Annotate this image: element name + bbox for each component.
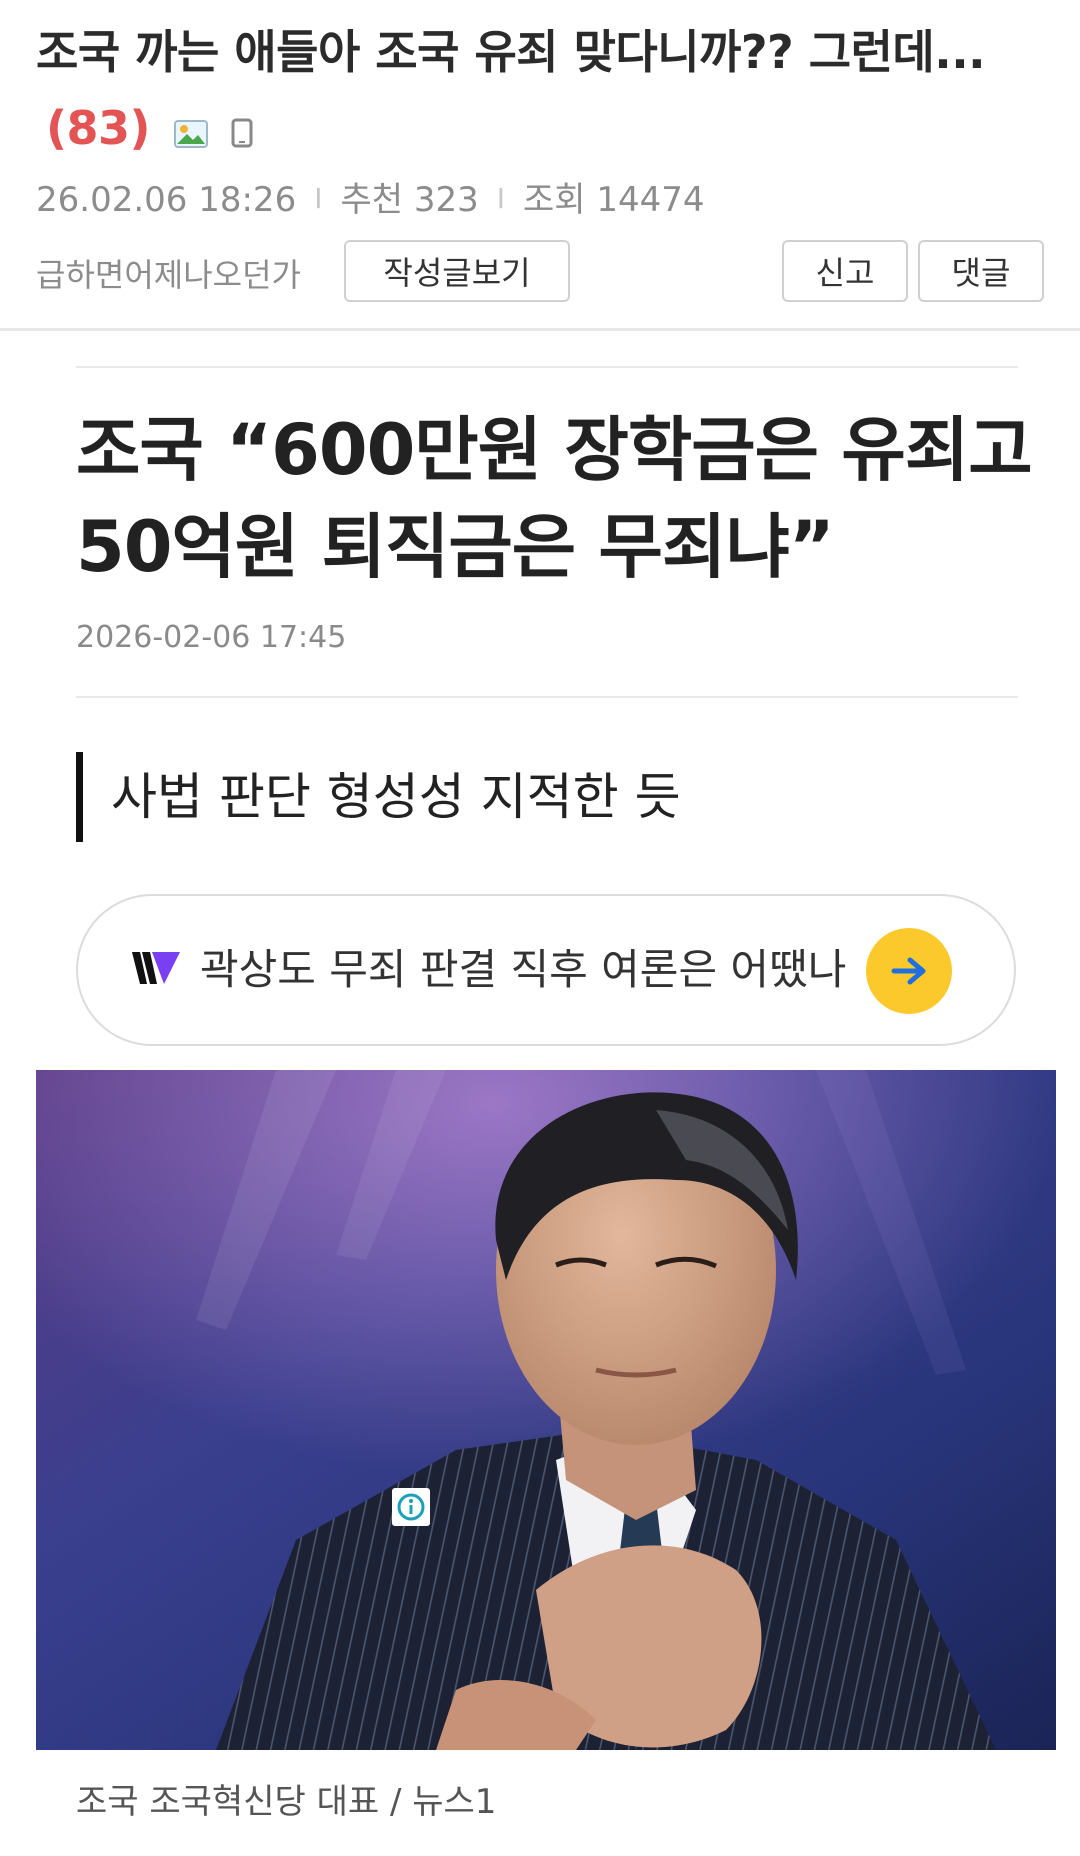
post-header: 조국 까는 애들아 조국 유죄 맞다니까?? 그런데... (83) 26.02.… [0,0,1080,331]
ad-info-icon[interactable] [392,1488,430,1526]
divider [76,696,1018,698]
reply-button[interactable]: 댓글 [918,240,1044,302]
view-count: 조회 14474 [523,180,705,220]
article-subheading: 사법 판단 형성성 지적한 듯 [76,752,681,842]
divider [76,366,1018,368]
post-date: 26.02.06 18:26 [36,180,297,220]
report-button[interactable]: 신고 [782,240,908,302]
brand-logo-icon [130,948,182,992]
mobile-icon [231,94,253,170]
ai-question-text[interactable]: 곽상도 무죄 판결 직후 여론은 어땠나 [200,940,944,1000]
article-headline: 조국 “600만원 장학금은 유죄고 50억원 퇴직금은 무죄냐” [76,409,1033,588]
ai-question-bar[interactable]: 곽상도 무죄 판결 직후 여론은 어땠나 [76,894,1016,1046]
post-meta: 26.02.06 18:26 I 추천 323 I 조회 14474 [36,172,705,221]
post-title: 조국 까는 애들아 조국 유죄 맞다니까?? 그런데... (83) [36,14,1046,170]
meta-divider: I [496,182,505,215]
image-icon [173,94,208,170]
author-nickname[interactable]: 급하면어제나오던가 [36,250,301,296]
go-arrow-button[interactable] [866,928,952,1014]
article-photo [36,1070,1056,1750]
portrait-photo [36,1070,1056,1750]
comment-count[interactable]: (83) [46,101,151,155]
post-title-text: 조국 까는 애들아 조국 유죄 맞다니까?? 그런데... [36,25,986,79]
meta-divider: I [314,182,323,215]
arrow-right-icon [891,957,926,985]
author-row: 급하면어제나오던가 작성글보기 신고 댓글 [36,240,1044,306]
article-date: 2026-02-06 17:45 [76,620,347,655]
author-posts-button[interactable]: 작성글보기 [344,240,570,302]
photo-caption: 조국 조국혁신당 대표 / 뉴스1 [76,1782,497,1822]
recommend-count: 추천 323 [340,180,479,220]
